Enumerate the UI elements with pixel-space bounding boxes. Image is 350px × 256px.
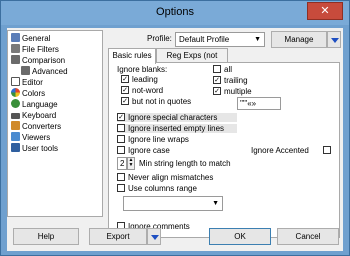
tree-item-label: Comparison [22,56,66,65]
tab-reg-exps[interactable]: Reg Exps (not used) [156,48,228,73]
tree-item-colors[interactable]: Colors [11,88,45,99]
chevron-down-icon: ▼ [254,36,261,43]
help-button[interactable]: Help [13,228,79,245]
quote-chars-input[interactable]: '""«» [237,97,281,110]
colors-icon [11,88,20,97]
viewers-icon [11,132,20,141]
tree-item-label: Colors [22,89,46,98]
manage-menu-button[interactable] [327,31,341,48]
keyboard-icon [11,113,20,119]
tree-item-keyboard[interactable]: Keyboard [11,110,56,121]
language-icon [11,99,20,108]
ignore-empty-lines-checkbox[interactable]: Ignore inserted empty lines [117,124,237,133]
ignore-special-characters-checkbox[interactable]: ✓ Ignore special characters [117,113,237,122]
tree-item-language[interactable]: Language [11,99,58,110]
window-title: Options [156,6,194,18]
check-icon: ✓ [213,76,221,84]
ok-button[interactable]: OK [209,228,271,245]
export-menu-button[interactable] [147,228,161,245]
min-length-label: Min string length to match [139,159,231,168]
ignore-blanks-label: Ignore blanks: [117,65,168,74]
profile-select[interactable]: Default Profile ▼ [175,32,265,47]
comparison-icon [11,55,20,64]
check-icon: ✓ [121,97,129,105]
manage-button[interactable]: Manage [271,31,327,48]
tree-item-label: General [22,34,51,43]
category-tree: General File Filters Comparison Advanced… [7,30,103,217]
tree-item-converters[interactable]: Converters [11,121,61,132]
chevron-down-icon: ▼ [212,200,219,207]
tree-item-label: Language [22,100,58,109]
tree-item-label: File Filters [22,45,59,54]
dropdown-arrow-icon [151,235,159,240]
min-length-spinner[interactable]: ▲ ▼ [127,157,135,170]
profile-value: Default Profile [179,35,230,44]
dialog-body: General File Filters Comparison Advanced… [7,28,343,251]
tree-item-label: Editor [22,78,43,87]
check-icon: ✓ [117,113,125,121]
editor-icon [11,77,20,86]
general-icon [11,33,20,42]
profile-label: Profile: [147,34,172,43]
file-filters-icon [11,44,20,53]
tree-item-label: Keyboard [22,111,57,120]
options-window: Options ✕ General File Filters Compariso… [0,0,350,256]
tree-item-file-filters[interactable]: File Filters [11,44,59,55]
min-length-input[interactable]: 2 [117,157,127,170]
tree-item-user-tools[interactable]: User tools [11,143,58,154]
tree-item-label: Advanced [32,67,68,76]
converters-icon [11,121,20,130]
check-icon: ✓ [213,87,221,95]
tree-item-editor[interactable]: Editor [11,77,43,88]
tab-basic-rules[interactable]: Basic rules [108,48,156,64]
close-button[interactable]: ✕ [307,2,343,20]
columns-range-select[interactable]: ▼ [123,196,223,211]
user-tools-icon [11,143,20,152]
cancel-button[interactable]: Cancel [277,228,339,245]
dropdown-arrow-icon [331,38,339,43]
tree-item-label: Viewers [22,133,51,142]
tree-item-label: Converters [22,122,62,131]
check-icon: ✓ [121,86,129,94]
export-button[interactable]: Export [89,228,147,245]
advanced-icon [21,66,30,75]
basic-rules-panel: Ignore blanks: ✓ leading ✓ not-word ✓ but n… [108,62,340,238]
tree-item-advanced[interactable]: Advanced [21,66,68,77]
tree-item-general[interactable]: General [11,33,50,44]
tree-item-viewers[interactable]: Viewers [11,132,50,143]
title-bar[interactable]: Options ✕ [1,1,349,25]
tree-item-comparison[interactable]: Comparison [11,55,65,66]
check-icon: ✓ [121,75,129,83]
tree-item-label: User tools [22,144,59,153]
